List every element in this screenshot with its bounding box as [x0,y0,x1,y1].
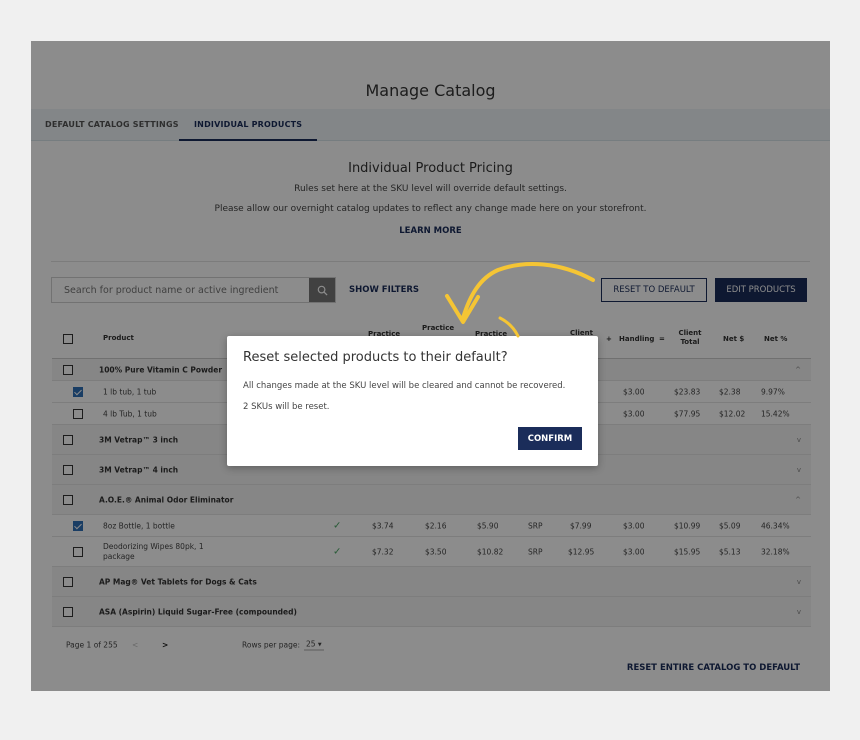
dialog-title: Reset selected products to their default… [243,350,508,365]
dialog-message-1: All changes made at the SKU level will b… [243,381,566,391]
confirm-button[interactable]: CONFIRM [518,427,582,450]
reset-confirm-dialog: Reset selected products to their default… [227,336,598,466]
dialog-message-2: 2 SKUs will be reset. [243,402,330,412]
